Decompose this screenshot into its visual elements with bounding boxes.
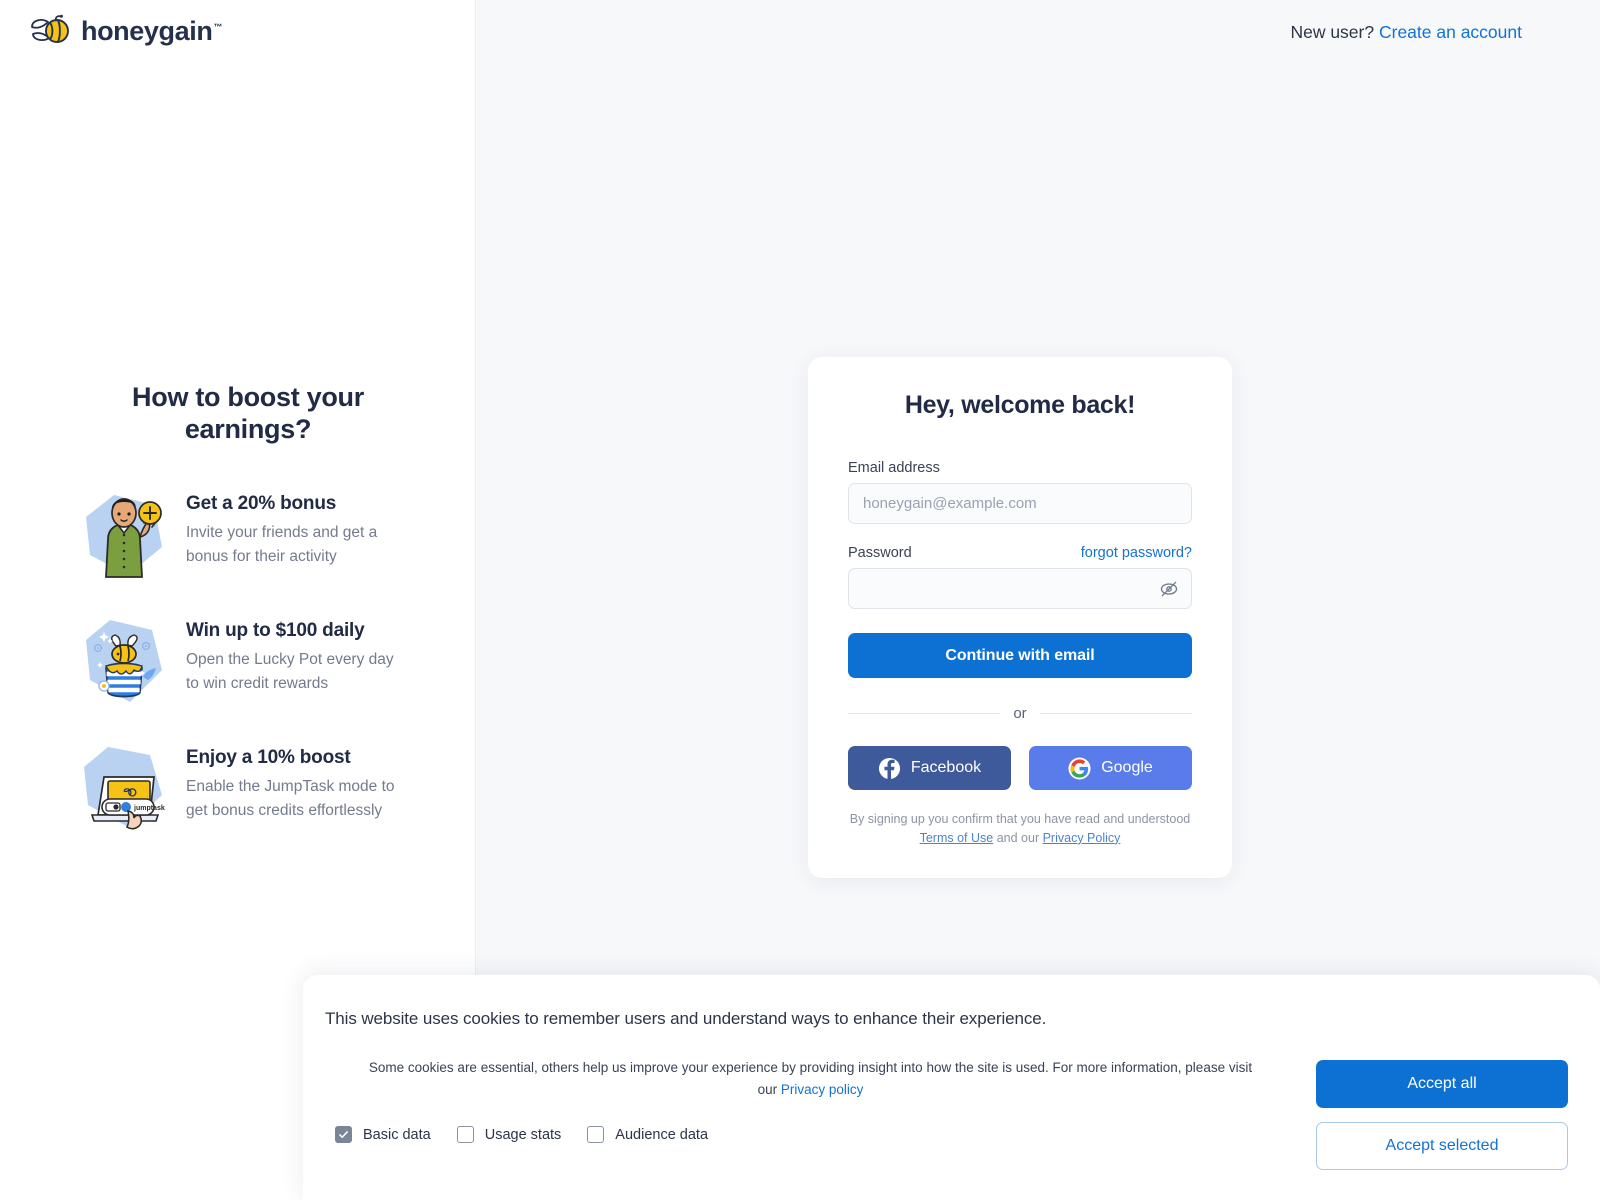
facebook-login-button[interactable]: Facebook (848, 746, 1011, 790)
checkbox-usage-stats[interactable] (456, 1126, 474, 1144)
login-title: Hey, welcome back! (904, 391, 1136, 419)
cookie-heading: This website uses cookies to remember us… (325, 1009, 1047, 1028)
cookie-option-label: Basic data (363, 1126, 431, 1143)
divider-label: or (1013, 705, 1027, 722)
promo-item: Win up to $100 daily Open the Lucky Pot … (78, 614, 418, 708)
honeygain-logo[interactable]: honeygain™ (28, 14, 222, 48)
bee-icon (28, 14, 72, 48)
cookie-privacy-policy-link[interactable]: Privacy policy (781, 1082, 864, 1097)
or-divider: or (848, 705, 1192, 722)
cookie-actions: Accept all Accept selected (1316, 1000, 1568, 1170)
laptop-jumptask-illustration: jumptask (78, 743, 170, 835)
accept-selected-button[interactable]: Accept selected (1316, 1122, 1568, 1170)
legal-prefix: By signing up you confirm that you have … (849, 812, 1191, 826)
facebook-icon (878, 757, 901, 780)
legal-text: By signing up you confirm that you have … (848, 810, 1192, 848)
cookie-option-label: Usage stats (484, 1126, 562, 1143)
forgot-password-link[interactable]: forgot password? (1081, 545, 1192, 561)
terms-of-use-link[interactable]: Terms of Use (920, 831, 994, 845)
checkbox-audience-data[interactable] (587, 1126, 605, 1144)
divider-line-left (848, 713, 1001, 714)
new-user-prompt: New user? (1290, 22, 1375, 42)
login-card: Hey, welcome back! Email address Passwor… (808, 357, 1232, 878)
promo-body: Open the Lucky Pot every day to win cred… (186, 650, 394, 692)
checkbox-basic-data[interactable] (335, 1126, 352, 1144)
email-field-wrap (848, 483, 1192, 524)
promo-item: Get a 20% bonus Invite your friends and … (78, 487, 418, 581)
promo-heading: Get a 20% bonus (186, 493, 337, 515)
trademark-symbol: ™ (213, 21, 223, 32)
promo-section: How to boost your earnings? Get a 20% bo… (0, 382, 476, 868)
cookie-text-column: This website uses cookies to remember us… (325, 1000, 1296, 1144)
cookie-options: Basic data Usage stats Audience data (325, 1126, 1296, 1144)
cookie-option-basic-data[interactable]: Basic data (335, 1126, 431, 1144)
promo-heading: Win up to $100 daily (186, 620, 365, 642)
cookie-option-label: Audience data (615, 1126, 709, 1143)
password-input[interactable] (848, 568, 1192, 609)
honey-pot-bee-illustration (78, 616, 170, 708)
promo-item: jumptask Enjoy a 10% boost Enable the Ju… (78, 741, 418, 835)
create-account-link[interactable]: Create an account (1379, 22, 1522, 42)
password-field-wrap (848, 568, 1192, 609)
eye-slash-icon[interactable] (1158, 578, 1180, 600)
google-icon (1068, 756, 1091, 780)
facebook-label: Facebook (910, 759, 982, 776)
continue-with-email-button[interactable]: Continue with email (848, 633, 1192, 678)
login-page: honeygain™ How to boost your earnings? G… (0, 0, 1600, 1200)
privacy-policy-link[interactable]: Privacy Policy (1043, 831, 1121, 845)
person-plus-illustration (78, 489, 170, 581)
promo-heading: Enjoy a 10% boost (186, 747, 351, 769)
promo-body: Invite your friends and get a bonus for … (186, 523, 378, 565)
promo-body: Enable the JumpTask mode to get bonus cr… (186, 777, 395, 819)
promo-title: How to boost your earnings? (132, 382, 364, 444)
cookie-option-audience-data[interactable]: Audience data (587, 1126, 709, 1144)
cookie-body: Some cookies are essential, others help … (361, 1057, 1261, 1100)
cookie-option-usage-stats[interactable]: Usage stats (456, 1126, 562, 1144)
brand-wordmark: honeygain™ (81, 15, 223, 46)
google-label: Google (1101, 759, 1153, 776)
accept-all-button[interactable]: Accept all (1316, 1060, 1568, 1108)
svg-text:jumptask: jumptask (133, 805, 165, 812)
cookie-consent-banner: This website uses cookies to remember us… (303, 975, 1600, 1200)
divider-line-right (1039, 713, 1192, 714)
topbar: New user? Create an account (1290, 22, 1522, 43)
email-label: Email address (848, 460, 940, 476)
google-login-button[interactable]: Google (1029, 746, 1192, 790)
password-label-row: Password forgot password? (848, 545, 1192, 561)
legal-middle: and our (993, 830, 1043, 845)
social-login-row: Facebook Google (848, 746, 1192, 790)
password-label: Password (848, 545, 912, 561)
email-input[interactable] (848, 483, 1192, 524)
